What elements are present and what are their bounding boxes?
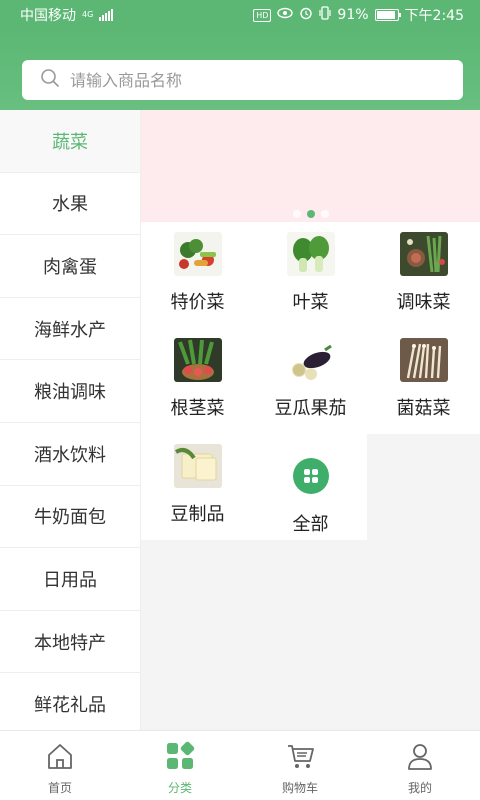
hd-icon: HD	[253, 8, 272, 22]
subcategory-label: 根茎菜	[170, 398, 225, 419]
status-bar: 中国移动 4G HD 91% 下午2:45	[0, 0, 480, 30]
banner-pagination	[141, 210, 480, 218]
tab-label: 首页	[47, 781, 72, 795]
radishes-image	[173, 338, 222, 382]
vibrate-icon	[319, 6, 332, 24]
pagination-dot[interactable]	[320, 210, 329, 218]
header	[0, 30, 480, 110]
tab-cart[interactable]: 购物车	[240, 731, 360, 800]
subcategory-item[interactable]: 豆瓜果茄	[254, 328, 367, 434]
search-icon	[40, 68, 60, 92]
tofu-image	[173, 444, 222, 488]
home-icon	[45, 741, 75, 775]
signal-icon	[99, 9, 114, 21]
tab-label: 分类	[167, 781, 192, 795]
sidebar-item[interactable]: 酒水饮料	[0, 423, 140, 486]
clock-time: 下午2:45	[404, 8, 464, 24]
subcategory-grid: 特价菜 叶菜 调味菜 根茎菜 豆瓜果茄 菌菇菜 豆制品 全部	[141, 222, 480, 540]
subcategory-label: 豆制品	[170, 504, 225, 525]
sidebar-item[interactable]: 牛奶面包	[0, 486, 140, 549]
battery-icon	[374, 9, 401, 21]
subcategory-label: 特价菜	[170, 292, 225, 313]
herbs-and-spices-image	[399, 232, 448, 276]
tab-label: 购物车	[281, 781, 318, 795]
sidebar-item[interactable]: 粮油调味	[0, 360, 140, 423]
pagination-dot[interactable]	[292, 210, 301, 218]
subcategory-item[interactable]: 特价菜	[141, 222, 254, 328]
sidebar-item[interactable]: 水果	[0, 173, 140, 236]
tab-category[interactable]: 分类	[120, 731, 240, 800]
grid-icon	[292, 458, 329, 494]
search-input[interactable]	[70, 70, 430, 90]
carrier-name: 中国移动	[20, 8, 76, 24]
battery-percent: 91%	[337, 7, 369, 23]
enoki-mushrooms-image	[399, 338, 448, 382]
eggplant-image	[286, 338, 335, 382]
sidebar-item[interactable]: 肉禽蛋	[0, 235, 140, 298]
cart-icon	[285, 741, 315, 775]
subcategory-item[interactable]: 菌菇菜	[367, 328, 480, 434]
alarm-icon	[299, 6, 313, 24]
tab-profile[interactable]: 我的	[360, 731, 480, 800]
sidebar-item[interactable]: 日用品	[0, 548, 140, 611]
sidebar-item[interactable]: 本地特产	[0, 611, 140, 674]
sidebar-item[interactable]: 海鲜水产	[0, 298, 140, 361]
eye-icon	[277, 7, 294, 23]
subcategory-item[interactable]: 调味菜	[367, 222, 480, 328]
bok-choy-image	[286, 232, 335, 276]
tab-label: 我的	[407, 781, 432, 795]
sidebar-item[interactable]: 蔬菜	[0, 110, 140, 173]
category-sidebar: 蔬菜 水果 肉禽蛋 海鲜水产 粮油调味 酒水饮料 牛奶面包 日用品 本地特产 鲜花礼品	[0, 110, 141, 730]
subcategory-label: 全部	[292, 514, 329, 535]
pagination-dot[interactable]	[306, 210, 315, 218]
subcategory-label: 菌菇菜	[396, 398, 451, 419]
subcategory-item[interactable]: 全部	[254, 434, 367, 540]
subcategory-label: 叶菜	[292, 292, 329, 313]
sidebar-item[interactable]: 鲜花礼品	[0, 673, 140, 730]
subcategory-item[interactable]: 叶菜	[254, 222, 367, 328]
bottom-tab-bar: 首页 分类 购物车 我的	[0, 730, 480, 800]
subcategory-item[interactable]: 豆制品	[141, 434, 254, 540]
tab-home[interactable]: 首页	[0, 731, 120, 800]
promo-banner[interactable]	[141, 110, 480, 222]
subcategory-item[interactable]: 根茎菜	[141, 328, 254, 434]
subcategory-label: 豆瓜果茄	[274, 398, 347, 419]
category-icon	[165, 741, 195, 775]
user-icon	[405, 741, 435, 775]
subcategory-label: 调味菜	[396, 292, 451, 313]
search-bar[interactable]	[22, 60, 463, 100]
network-type: 4G	[82, 10, 94, 19]
mixed-vegetables-image	[173, 232, 222, 276]
